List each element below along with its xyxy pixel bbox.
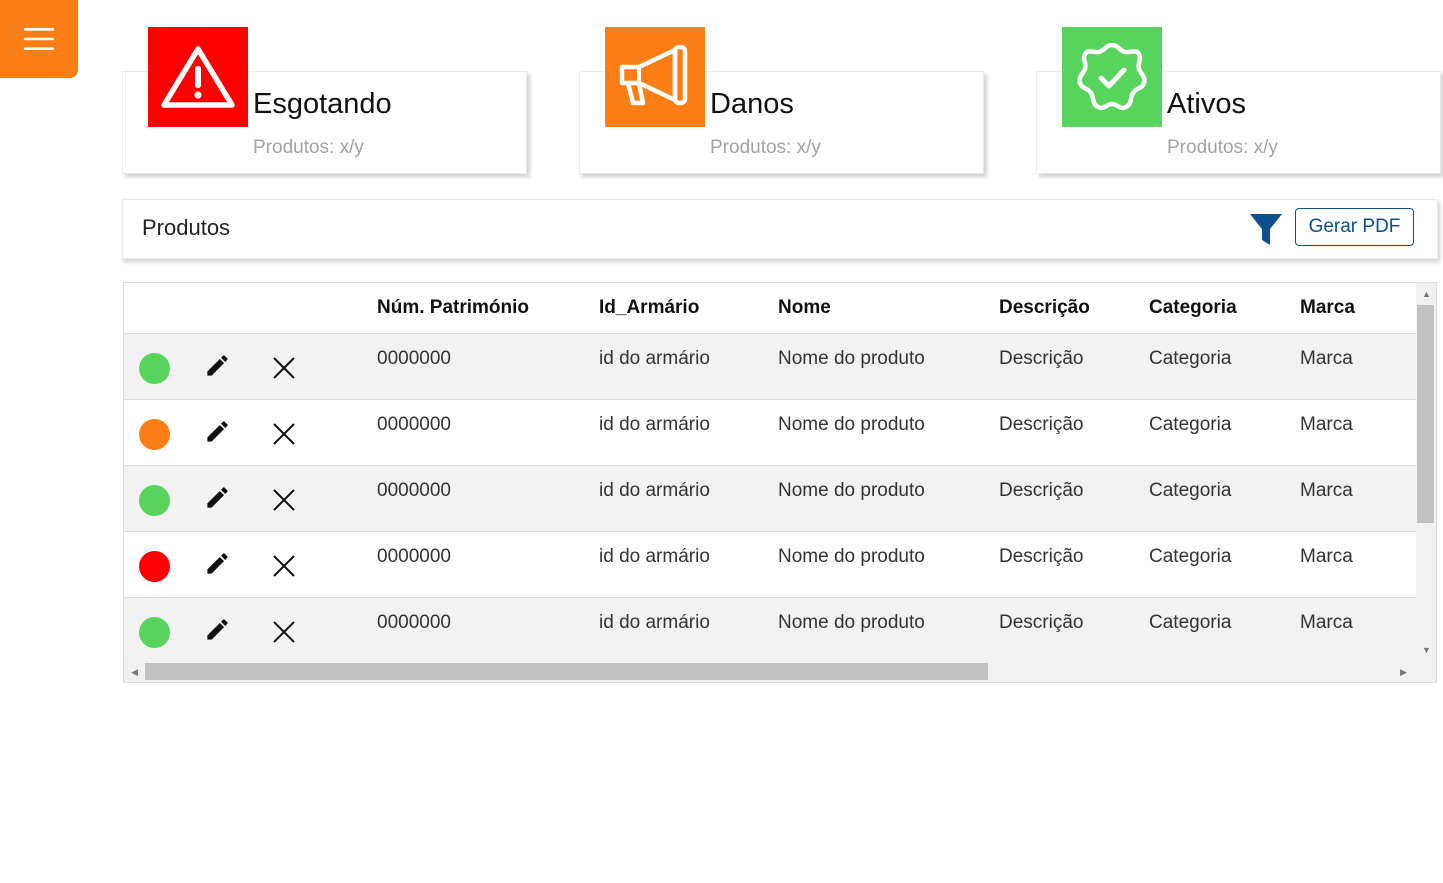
table-cell-categoria: Categoria [1149,546,1232,567]
vertical-scroll-thumb[interactable] [1417,305,1434,523]
scroll-right-arrow-icon[interactable]: ▶ [1400,667,1407,677]
table-cell-nome: Nome do produto [778,348,925,369]
card-title: Danos [710,88,794,120]
card-danos[interactable]: Danos Produtos: x/y [579,27,984,174]
products-title: Produtos [142,215,231,240]
table-cell-categoria: Categoria [1149,414,1232,435]
horizontal-scrollbar[interactable]: ◀ ▶ [124,661,1416,682]
column-header[interactable]: Categoria [1149,297,1237,319]
card-title: Ativos [1167,88,1246,120]
table-cell-categoria: Categoria [1149,348,1232,369]
card-icon-box [1062,27,1162,127]
table-cell-descricao: Descrição [999,612,1084,633]
scroll-up-arrow-icon[interactable]: ▲ [1422,289,1431,299]
card-title: Esgotando [253,88,392,120]
vertical-scrollbar[interactable]: ▲ ▼ [1416,283,1436,661]
table-row[interactable]: 0000000 id do armário Nome do produto Descr… [124,466,1416,532]
table-cell-marca: Marca [1300,546,1353,567]
table-row[interactable]: 0000000 id do armário Nome do produto Descr… [124,598,1416,664]
card-subtitle: Produtos: x/y [1167,137,1278,158]
column-header[interactable]: Marca [1300,297,1355,319]
delete-x-icon[interactable] [272,488,296,512]
table-cell-num: 0000000 [377,414,451,435]
table-cell-marca: Marca [1300,414,1353,435]
table-cell-nome: Nome do produto [778,480,925,501]
delete-x-icon[interactable] [272,356,296,380]
table-cell-descricao: Descrição [999,480,1084,501]
hamburger-icon [24,28,54,50]
card-esgotando[interactable]: Esgotando Produtos: x/y [122,27,527,174]
table-cell-nome: Nome do produto [778,414,925,435]
filter-funnel-icon[interactable] [1249,212,1283,248]
table-row[interactable]: 0000000 id do armário Nome do produto Descr… [124,400,1416,466]
table-cell-nome: Nome do produto [778,612,925,633]
products-header: Produtos Gerar PDF [122,199,1438,259]
table-cell-num: 0000000 [377,348,451,369]
edit-pencil-icon[interactable] [204,352,231,379]
table-cell-num: 0000000 [377,612,451,633]
table-row[interactable]: 0000000 id do armário Nome do produto Descr… [124,532,1416,598]
table-cell-armario: id do armário [599,612,710,633]
delete-x-icon[interactable] [272,422,296,446]
table-cell-num: 0000000 [377,546,451,567]
card-icon-box [605,27,705,127]
table-row[interactable]: 0000000 id do armário Nome do produto Descr… [124,334,1416,400]
column-header[interactable]: Núm. Património [377,297,529,319]
status-indicator [139,419,170,450]
table-cell-armario: id do armário [599,348,710,369]
generate-pdf-button[interactable]: Gerar PDF [1295,208,1414,246]
edit-pencil-icon[interactable] [204,616,231,643]
table-header: Núm. Património Id_Armário Nome Descriçã… [124,283,1416,334]
scroll-down-arrow-icon[interactable]: ▼ [1422,645,1431,655]
table-cell-marca: Marca [1300,612,1353,633]
products-table: Núm. Património Id_Armário Nome Descriçã… [123,282,1437,683]
table-cell-num: 0000000 [377,480,451,501]
column-header[interactable]: Descrição [999,297,1090,319]
table-cell-armario: id do armário [599,414,710,435]
status-indicator [139,551,170,582]
card-ativos[interactable]: Ativos Produtos: x/y [1036,27,1441,174]
scroll-left-arrow-icon[interactable]: ◀ [131,667,138,677]
table-cell-categoria: Categoria [1149,480,1232,501]
megaphone-icon [619,45,688,106]
horizontal-scroll-thumb[interactable] [145,663,988,680]
table-cell-nome: Nome do produto [778,546,925,567]
table-cell-armario: id do armário [599,546,710,567]
table-cell-marca: Marca [1300,480,1353,501]
status-indicator [139,485,170,516]
table-cell-descricao: Descrição [999,348,1084,369]
card-subtitle: Produtos: x/y [253,137,364,158]
verified-badge-icon [1077,42,1147,111]
menu-button[interactable] [0,0,78,78]
table-cell-categoria: Categoria [1149,612,1232,633]
delete-x-icon[interactable] [272,620,296,644]
delete-x-icon[interactable] [272,554,296,578]
status-indicator [139,353,170,384]
warning-triangle-icon [161,46,235,108]
edit-pencil-icon[interactable] [204,418,231,445]
status-indicator [139,617,170,648]
table-cell-descricao: Descrição [999,546,1084,567]
column-header[interactable]: Nome [778,297,831,319]
card-subtitle: Produtos: x/y [710,137,821,158]
table-cell-descricao: Descrição [999,414,1084,435]
scrollbar-corner [1416,661,1436,682]
column-header[interactable]: Id_Armário [599,297,699,319]
edit-pencil-icon[interactable] [204,484,231,511]
card-icon-box [148,27,248,127]
table-cell-marca: Marca [1300,348,1353,369]
edit-pencil-icon[interactable] [204,550,231,577]
table-cell-armario: id do armário [599,480,710,501]
